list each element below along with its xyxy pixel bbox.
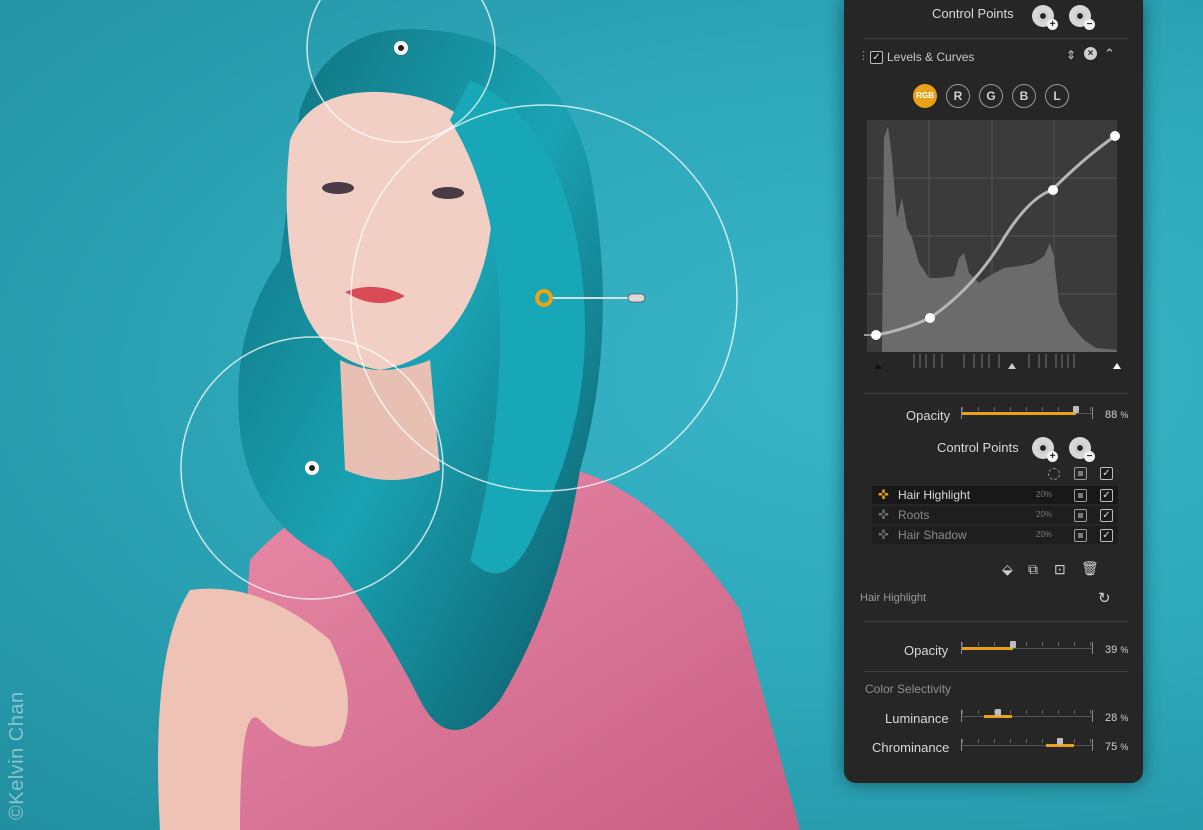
midpoint-handle: [1008, 363, 1016, 369]
control-point-mask-icon[interactable]: [1074, 489, 1087, 502]
filter-opacity-label: Opacity: [906, 408, 951, 423]
mask-header-icon[interactable]: [1074, 467, 1087, 480]
luminance-slider[interactable]: [961, 709, 1093, 722]
selected-point-label: Hair Highlight: [860, 592, 927, 604]
chrominance-slider[interactable]: [961, 738, 1093, 751]
control-point-icon: ✜: [878, 507, 889, 522]
control-point-name: Roots: [898, 508, 930, 522]
control-points-label: Control Points: [937, 440, 1019, 455]
add-point-icon[interactable]: ⬙: [1002, 561, 1013, 578]
control-point-active-icon: ✜: [878, 487, 889, 502]
portrait-image: [158, 0, 800, 830]
mask-icon[interactable]: ⊡: [1054, 561, 1066, 578]
curve-editor[interactable]: [864, 118, 1124, 374]
filter-title: Levels & Curves: [887, 50, 975, 64]
channel-rgb-button[interactable]: RGB: [913, 84, 937, 108]
add-control-point-icon-top[interactable]: +: [1032, 5, 1058, 30]
control-point-checkbox[interactable]: ✓: [1100, 529, 1113, 542]
filter-enable-checkbox[interactable]: ✓: [870, 51, 883, 64]
luminance-label: Luminance: [885, 711, 949, 726]
control-point-name: Hair Highlight: [898, 488, 971, 502]
channel-g-button[interactable]: G: [979, 84, 1003, 108]
control-point-roots: [398, 45, 404, 51]
black-point-handle: [874, 364, 882, 369]
drag-handle-icon[interactable]: ⋮: [858, 49, 869, 62]
filter-opacity-value: 88 %: [1105, 409, 1129, 421]
control-point-pct: 20%: [1036, 490, 1053, 499]
control-point-row[interactable]: ✜ Hair Highlight 20% ✓: [872, 486, 1118, 504]
show-circles-icon[interactable]: [1048, 468, 1060, 480]
add-control-point-icon[interactable]: +: [1032, 437, 1058, 462]
watermark: ©Kelvin Chan: [6, 691, 28, 820]
collapse-chevron-icon[interactable]: ⌃: [1104, 46, 1115, 62]
curve-point-shadows: [925, 313, 935, 323]
enable-all-checkbox[interactable]: ✓: [1100, 467, 1113, 480]
control-point-pct: 20%: [1036, 510, 1053, 519]
chrominance-value: 75 %: [1105, 741, 1129, 753]
channel-r-button[interactable]: R: [946, 84, 970, 108]
close-filter-icon[interactable]: ×: [1084, 47, 1097, 60]
curve-point-white: [1110, 131, 1120, 141]
luminance-value: 28 %: [1105, 712, 1129, 724]
control-point-checkbox[interactable]: ✓: [1100, 509, 1113, 522]
control-point-mask-icon[interactable]: [1074, 529, 1087, 542]
control-point-mask-icon[interactable]: [1074, 509, 1087, 522]
duplicate-icon[interactable]: ⧉: [1028, 561, 1038, 578]
color-selectivity-label: Color Selectivity: [865, 682, 952, 696]
point-opacity-value: 39 %: [1105, 644, 1129, 656]
control-point-row[interactable]: ✜ Hair Shadow 20% ✓: [872, 526, 1118, 544]
radius-handle: [627, 293, 646, 303]
control-point-row[interactable]: ✜ Roots 20% ✓: [872, 506, 1118, 524]
control-point-pct: 20%: [1036, 530, 1053, 539]
curve-point-highlights: [1048, 185, 1058, 195]
channel-b-button[interactable]: B: [1012, 84, 1036, 108]
reorder-icon[interactable]: ⇕: [1066, 48, 1076, 62]
white-point-handle: [1113, 363, 1121, 369]
channel-l-button[interactable]: L: [1045, 84, 1069, 108]
adjustment-panel: Control Points + − ⋮ ✓ Levels & Curves ⇕…: [844, 0, 1143, 783]
top-control-points-label: Control Points: [932, 6, 1014, 21]
curve-point-black: [871, 330, 881, 340]
filter-opacity-slider[interactable]: [961, 406, 1093, 419]
control-point-name: Hair Shadow: [898, 528, 967, 542]
control-point-icon: ✜: [878, 527, 889, 542]
remove-control-point-icon[interactable]: −: [1069, 437, 1095, 462]
control-point-checkbox[interactable]: ✓: [1100, 489, 1113, 502]
reset-icon[interactable]: ↻: [1098, 589, 1111, 607]
chrominance-label: Chrominance: [872, 740, 950, 755]
trash-icon[interactable]: 🗑: [1081, 560, 1099, 577]
point-opacity-label: Opacity: [904, 643, 949, 658]
control-point-hair-shadow: [309, 465, 315, 471]
remove-control-point-icon-top[interactable]: −: [1069, 5, 1095, 30]
point-opacity-slider[interactable]: [961, 641, 1093, 654]
